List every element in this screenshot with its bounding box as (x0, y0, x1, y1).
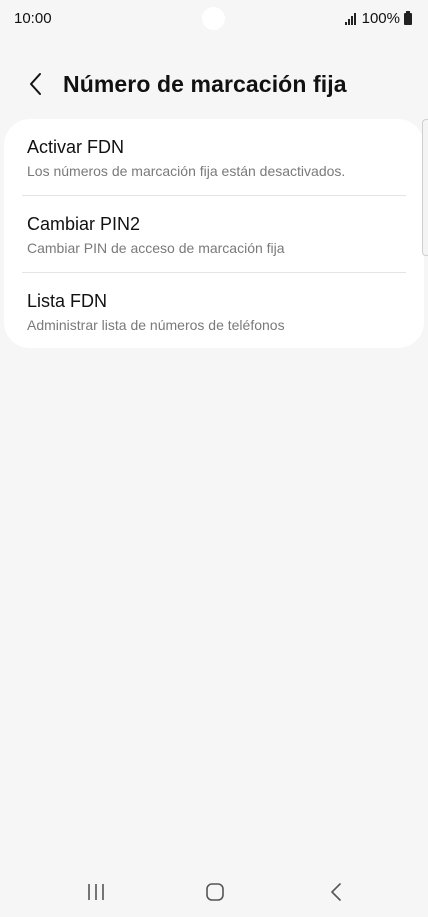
item-lista-fdn[interactable]: Lista FDN Administrar lista de números d… (4, 273, 424, 348)
page-title: Número de marcación fija (63, 71, 347, 97)
item-cambiar-pin2[interactable]: Cambiar PIN2 Cambiar PIN de acceso de ma… (4, 196, 424, 272)
status-indicators: 100% (344, 10, 412, 27)
item-subtitle: Los números de marcación fija están desa… (27, 163, 346, 179)
item-activar-fdn[interactable]: Activar FDN Los números de marcación fij… (4, 119, 424, 195)
item-subtitle: Administrar lista de números de teléfono… (27, 317, 285, 333)
status-time: 10:00 (14, 10, 52, 27)
battery-icon (404, 10, 412, 25)
nav-recents-button[interactable] (76, 877, 116, 907)
home-icon (206, 883, 224, 901)
back-icon (331, 883, 341, 901)
scroll-indicator[interactable] (422, 119, 428, 256)
battery-level: 100% (361, 10, 400, 27)
status-bar: 10:00 100% (0, 0, 428, 38)
chevron-left-icon (30, 73, 41, 95)
item-subtitle: Cambiar PIN de acceso de marcación fija (27, 240, 285, 256)
recents-icon (88, 884, 104, 900)
item-title: Lista FDN (27, 291, 108, 311)
settings-card: Activar FDN Los números de marcación fij… (4, 119, 424, 348)
camera-cutout (202, 7, 225, 30)
header: Número de marcación fija (0, 60, 428, 108)
signal-bars-icon (344, 12, 356, 25)
navigation-bar (0, 867, 428, 917)
item-title: Activar FDN (27, 137, 125, 157)
nav-home-button[interactable] (195, 877, 235, 907)
nav-back-button[interactable] (316, 877, 356, 907)
back-button[interactable] (20, 68, 52, 100)
item-title: Cambiar PIN2 (27, 214, 141, 234)
